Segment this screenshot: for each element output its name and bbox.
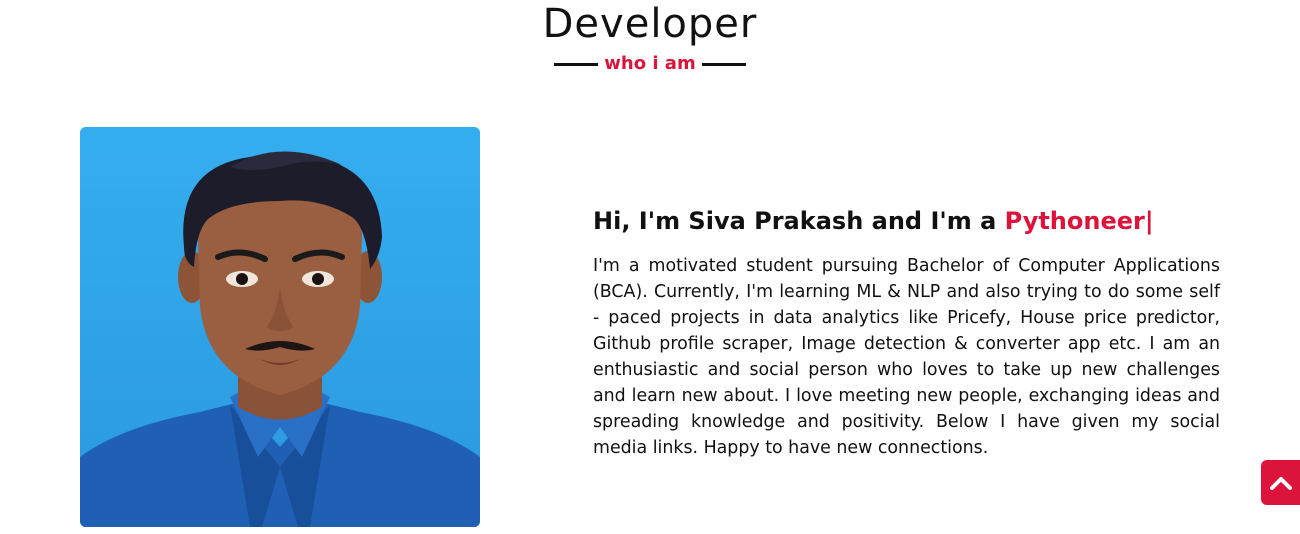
chevron-up-icon — [1269, 476, 1292, 490]
subtitle-divider-left — [554, 62, 599, 66]
intro-headline: Hi, I'm Siva Prakash and I'm a Pythoneer… — [593, 203, 1220, 239]
section-subtitle: who i am — [604, 53, 696, 74]
profile-photo — [80, 127, 480, 527]
typing-cursor: | — [1144, 207, 1154, 235]
about-section: Developer who i am Hi, I'm Siva Prakash … — [0, 0, 1300, 534]
profile-photo-illustration — [80, 127, 480, 527]
section-title: Developer — [542, 1, 758, 47]
subtitle-divider-right — [701, 62, 746, 66]
bio-paragraph: I'm a motivated student pursuing Bachelo… — [593, 256, 1220, 458]
intro-headline-prefix: Hi, I'm Siva Prakash and I'm a — [593, 207, 1005, 235]
section-subtitle-row: who i am — [0, 52, 1300, 76]
typed-role: Pythoneer — [1004, 207, 1145, 235]
about-content: Hi, I'm Siva Prakash and I'm a Pythoneer… — [593, 203, 1220, 461]
scroll-to-top-button[interactable] — [1261, 460, 1300, 505]
